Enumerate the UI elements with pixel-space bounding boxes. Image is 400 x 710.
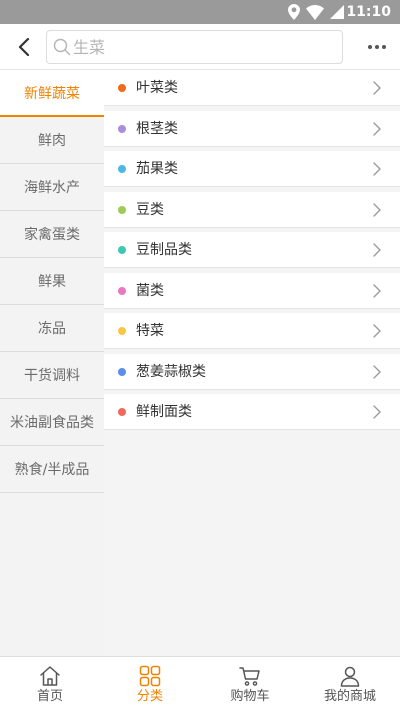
more-dot-icon xyxy=(382,45,386,49)
wifi-icon xyxy=(306,4,324,20)
subcategory-row[interactable]: 特菜 xyxy=(104,313,400,349)
subcategory-label: 鲜制面类 xyxy=(136,404,192,420)
chevron-right-icon xyxy=(373,283,381,298)
location-icon xyxy=(288,4,300,20)
more-dot-icon xyxy=(368,45,372,49)
search-icon xyxy=(53,38,71,56)
color-dot xyxy=(118,124,126,133)
chevron-right-icon xyxy=(373,243,381,257)
subcategory-label: 茄果类 xyxy=(136,161,178,177)
tab-category[interactable]: 分类 xyxy=(100,657,200,710)
chevron-right-icon xyxy=(373,121,381,136)
user-icon xyxy=(340,666,360,687)
subcategory-label: 特菜 xyxy=(136,323,164,339)
subcategory-label: 豆类 xyxy=(136,201,164,218)
subcategory-label: 豆制品类 xyxy=(136,242,192,258)
sidebar-item-poultry-eggs[interactable]: 家禽蛋类 xyxy=(0,211,104,258)
chevron-right-icon xyxy=(373,364,381,379)
bottom-tab-bar: 首页 分类 购物车 我的商城 xyxy=(0,656,400,710)
tab-my-mall[interactable]: 我的商城 xyxy=(300,657,400,710)
sidebar-item-seafood[interactable]: 海鲜水产 xyxy=(0,164,104,211)
tab-cart[interactable]: 购物车 xyxy=(200,657,300,710)
color-dot xyxy=(118,327,126,335)
more-options-button[interactable] xyxy=(364,37,390,57)
subcategory-row[interactable]: 菌类 xyxy=(104,272,400,309)
color-dot xyxy=(118,286,126,295)
home-icon xyxy=(40,666,60,686)
sidebar-item-frozen[interactable]: 冻品 xyxy=(0,305,104,352)
category-sidebar: 新鲜蔬菜 鲜肉 海鲜水产 家禽蛋类 鲜果 冻品 干货调料 米油副食品类 熟食/半… xyxy=(0,70,104,656)
subcategory-list: 叶菜类 根茎类 茄果类 豆类 豆制品类 菌类 特菜 葱姜蒜椒类 鲜制面类 xyxy=(104,70,400,656)
tab-label: 分类 xyxy=(136,689,163,704)
header-bar xyxy=(0,24,400,70)
subcategory-label: 菌类 xyxy=(136,282,164,299)
color-dot xyxy=(118,246,126,254)
signal-icon xyxy=(330,5,344,19)
subcategory-row[interactable]: 茄果类 xyxy=(104,151,400,187)
chevron-right-icon xyxy=(373,162,381,176)
back-button[interactable] xyxy=(12,35,36,59)
chevron-right-icon xyxy=(373,405,381,419)
sidebar-item-fresh-fruit[interactable]: 鲜果 xyxy=(0,258,104,305)
color-dot xyxy=(118,408,126,416)
status-time: 11:10 xyxy=(346,4,391,20)
color-dot xyxy=(118,84,126,92)
back-arrow-icon xyxy=(18,38,30,56)
subcategory-row[interactable]: 豆类 xyxy=(104,191,400,228)
chevron-right-icon xyxy=(373,81,381,95)
subcategory-row[interactable]: 鲜制面类 xyxy=(104,394,400,430)
subcategory-label: 叶菜类 xyxy=(136,80,178,96)
status-icons xyxy=(288,4,344,20)
color-dot xyxy=(118,205,126,214)
more-dot-icon xyxy=(375,45,379,49)
status-bar: 11:10 xyxy=(0,0,400,24)
subcategory-row[interactable]: 叶菜类 xyxy=(104,70,400,106)
subcategory-label: 葱姜蒜椒类 xyxy=(136,363,206,380)
subcategory-row[interactable]: 葱姜蒜椒类 xyxy=(104,353,400,390)
chevron-right-icon xyxy=(373,202,381,217)
sidebar-item-rice-oil[interactable]: 米油副食品类 xyxy=(0,399,104,446)
sidebar-item-cooked-food[interactable]: 熟食/半成品 xyxy=(0,446,104,493)
chevron-right-icon xyxy=(373,324,381,338)
subcategory-row[interactable]: 根茎类 xyxy=(104,110,400,147)
color-dot xyxy=(118,165,126,173)
tab-label: 首页 xyxy=(36,689,63,704)
tab-home[interactable]: 首页 xyxy=(0,657,100,710)
search-box[interactable] xyxy=(46,30,343,64)
grid-icon xyxy=(139,665,161,687)
subcategory-label: 根茎类 xyxy=(136,120,178,137)
subcategory-row[interactable]: 豆制品类 xyxy=(104,232,400,268)
color-dot xyxy=(118,367,126,376)
sidebar-item-dry-goods[interactable]: 干货调料 xyxy=(0,352,104,399)
tab-label: 我的商城 xyxy=(323,689,376,704)
cart-icon xyxy=(239,667,260,686)
sidebar-item-fresh-vegetables[interactable]: 新鲜蔬菜 xyxy=(0,70,104,117)
search-input[interactable] xyxy=(73,36,333,58)
sidebar-item-fresh-meat[interactable]: 鲜肉 xyxy=(0,117,104,164)
tab-label: 购物车 xyxy=(230,689,270,704)
